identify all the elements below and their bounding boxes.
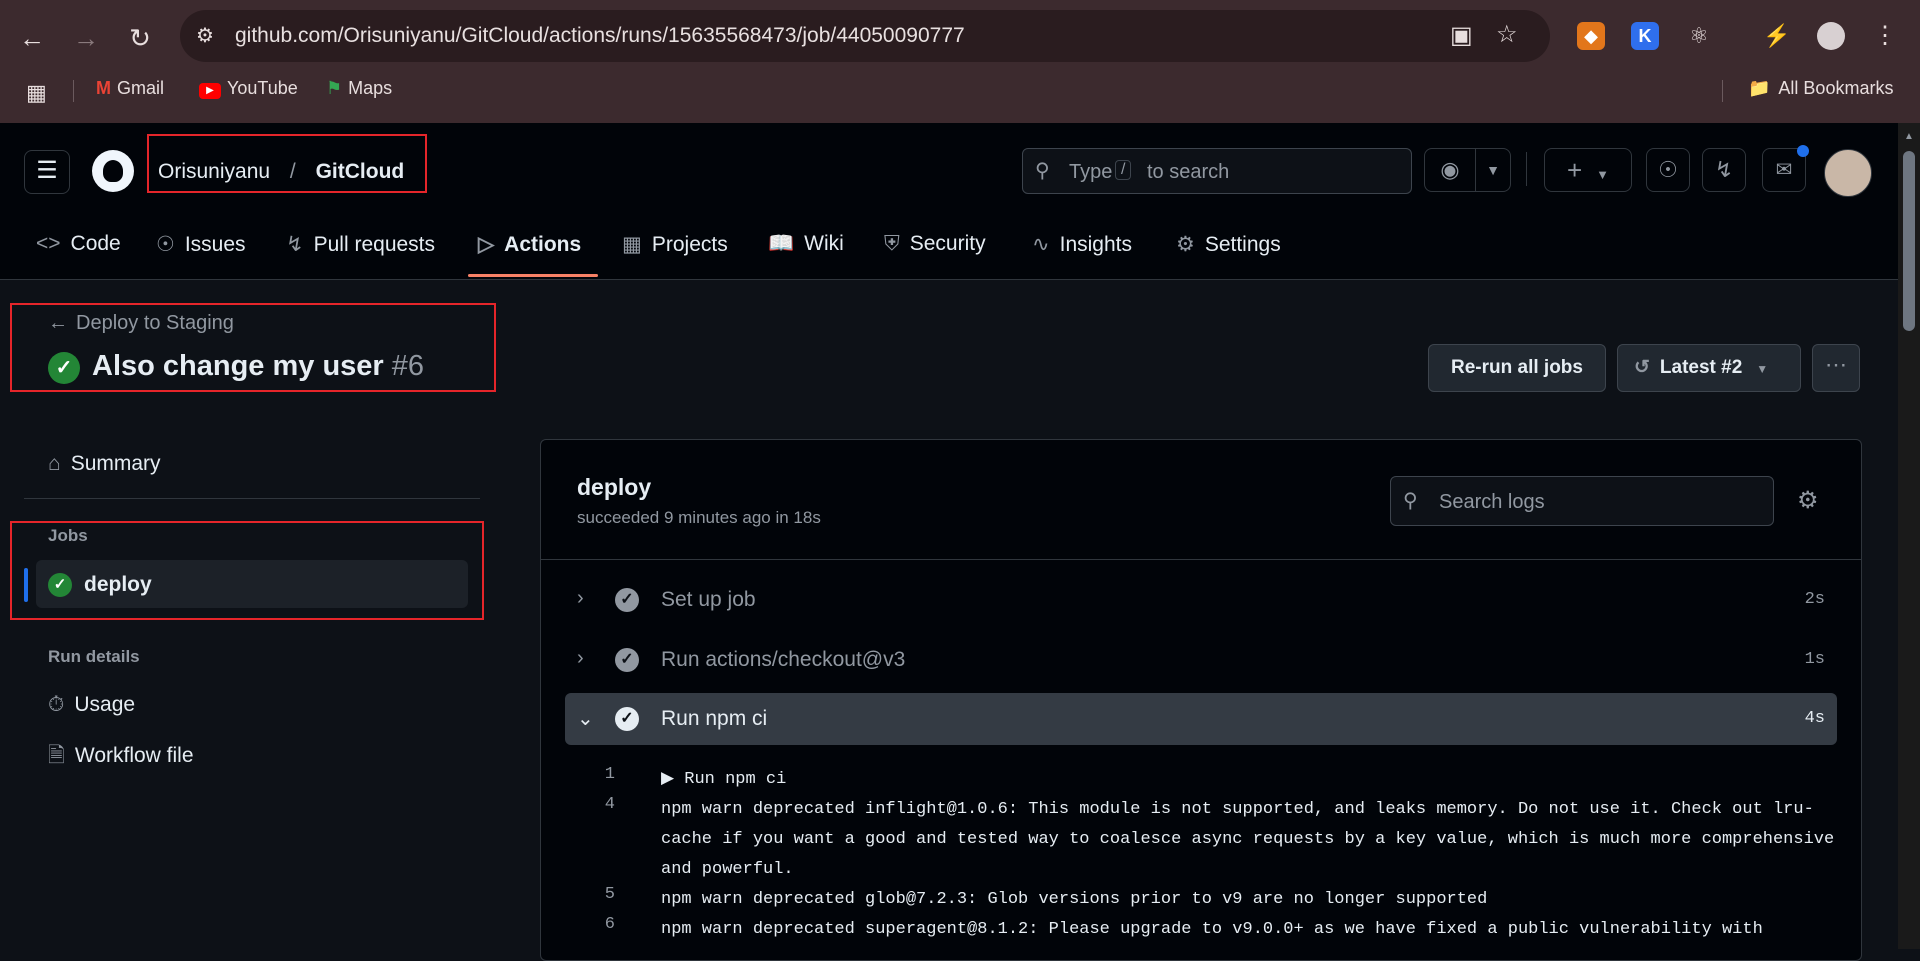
stopwatch-icon: ⏱ [48,693,65,716]
extensions-puzzle-icon[interactable]: ⚛ [1685,22,1713,50]
gmail-icon: M [96,78,111,98]
address-bar[interactable]: ⚙ github.com/Orisuniyanu/GitCloud/action… [180,10,1550,62]
reload-icon[interactable]: ↻ [122,20,158,56]
search-icon: ⚲ [1035,160,1050,182]
tab-code[interactable]: <> Code [36,232,121,256]
tab-wiki[interactable]: 📖 Wiki [768,232,844,256]
gear-icon: ⚙ [1176,233,1195,256]
attempt-selector[interactable]: ↺ Latest #2 ▼ [1617,344,1801,392]
pull-request-icon: ↯ [286,233,304,256]
metamask-icon[interactable]: ◆ [1577,22,1605,50]
site-info-icon[interactable]: ⚙ [196,23,214,48]
forward-arrow-icon[interactable]: → [68,20,104,56]
hamburger-menu-icon[interactable]: ☰ [24,150,70,194]
annotation-box-title [10,303,496,392]
sidebar-item-workflow-file[interactable]: 🗎 Workflow file [48,741,194,776]
home-icon: ⌂ [48,452,61,475]
search-shortcut-key: / [1115,160,1132,180]
page-scrollbar[interactable]: ▲ [1898,123,1920,949]
log-settings-gear-icon[interactable]: ⚙ [1797,486,1819,515]
bookmark-star-icon[interactable]: ☆ [1496,20,1518,49]
job-name: deploy [577,474,652,500]
graph-icon: ∿ [1032,233,1050,256]
apps-grid-icon[interactable]: ▦ [26,80,47,106]
user-avatar[interactable] [1824,149,1872,197]
bookmark-gmail[interactable]: M Gmail [96,78,164,99]
notification-dot [1797,145,1809,157]
tab-issues[interactable]: ☉ Issues [156,232,246,257]
annotation-box-repo [147,134,427,193]
plus-icon: + [1566,155,1583,185]
bookmark-youtube[interactable]: ▶ YouTube [199,78,298,99]
search-icon: ⚲ [1403,490,1418,512]
extension-k-icon[interactable]: K [1631,22,1659,50]
step-checkout[interactable]: › ✓ Run actions/checkout@v3 1s [565,634,1837,686]
issue-icon: ☉ [156,233,175,256]
panel-divider [541,559,1861,560]
chevron-right-icon: › [577,647,584,669]
copilot-chevron-down-icon[interactable]: ▼ [1475,148,1511,192]
chevron-down-icon: ▼ [1596,167,1610,182]
play-icon: ▷ [478,233,495,256]
create-new-button[interactable]: + ▼ [1544,148,1632,192]
book-icon: 📖 [768,232,795,255]
file-code-icon: 🗎 [48,744,65,767]
bookmark-maps[interactable]: ⚑ Maps [326,78,392,99]
search-logs-input[interactable]: ⚲ Search logs [1390,476,1774,526]
sidebar-item-usage[interactable]: ⏱ Usage [48,693,135,717]
table-icon: ▦ [622,233,642,256]
github-logo-icon[interactable] [92,150,134,192]
job-log-panel: deploy succeeded 9 minutes ago in 18s ⚲ … [540,439,1862,961]
folder-icon: 📁 [1748,78,1771,98]
tab-pull-requests[interactable]: ↯ Pull requests [286,232,435,257]
step-check-icon: ✓ [615,648,639,672]
chevron-right-icon: › [577,587,584,609]
chevron-down-icon: ⌄ [577,708,594,730]
all-bookmarks[interactable]: 📁 All Bookmarks [1748,78,1893,99]
log-line: 5 npm warn deprecated glob@7.2.3: Glob v… [604,885,1488,909]
bookmark-divider [73,80,74,102]
back-arrow-icon[interactable]: ← [14,20,50,56]
sidebar-divider [24,498,480,499]
rerun-all-jobs-button[interactable]: Re-run all jobs [1428,344,1606,392]
job-status: succeeded 9 minutes ago in 18s [577,508,821,527]
annotation-box-jobs [10,521,484,620]
log-line: 4 npm warn deprecated inflight@1.0.6: Th… [604,795,1835,879]
active-tab-underline [468,274,598,277]
step-set-up-job[interactable]: › ✓ Set up job 2s [565,574,1837,626]
step-check-icon: ✓ [615,588,639,612]
install-app-icon[interactable]: ▣ [1450,21,1473,50]
tab-security[interactable]: ⛨ Security [884,232,986,256]
tab-settings[interactable]: ⚙ Settings [1176,232,1281,257]
step-run-npm-ci[interactable]: ⌄ ✓ Run npm ci 4s [565,693,1837,745]
tab-actions[interactable]: ▷ Actions [478,232,581,257]
youtube-icon: ▶ [199,83,221,99]
tab-insights[interactable]: ∿ Insights [1032,232,1132,257]
maps-icon: ⚑ [326,78,343,98]
url-text: github.com/Orisuniyanu/GitCloud/actions/… [235,24,965,47]
code-icon: <> [36,232,61,255]
tab-projects[interactable]: ▦ Projects [622,232,728,257]
run-details-heading: Run details [48,647,140,666]
bookmark-divider-right [1722,80,1723,102]
issues-icon[interactable]: ☉ [1646,148,1690,192]
pull-requests-icon[interactable]: ↯ [1702,148,1746,192]
scrollbar-thumb[interactable] [1903,151,1915,331]
step-check-icon: ✓ [615,707,639,731]
header-divider [1526,152,1527,186]
log-line: 6 npm warn deprecated superagent@8.1.2: … [604,915,1763,939]
sidebar-item-summary[interactable]: ⌂ Summary [48,452,161,476]
performance-icon[interactable]: ⚡ [1763,22,1791,50]
more-options-icon[interactable]: ⋯ [1812,344,1860,392]
shield-icon: ⛨ [884,232,900,255]
search-input[interactable]: ⚲ Type / to search [1022,148,1412,194]
chevron-down-icon: ▼ [1756,362,1769,376]
log-line: 1 ▶ Run npm ci [604,765,787,789]
profile-avatar[interactable] [1817,22,1845,50]
browser-menu-icon[interactable]: ⋮ [1871,22,1899,50]
scroll-up-arrow-icon[interactable]: ▲ [1904,131,1914,142]
browser-chrome: ← → ↻ ⚙ github.com/Orisuniyanu/GitCloud/… [0,0,1920,123]
copilot-icon[interactable]: ◉ [1424,148,1476,192]
history-icon: ↺ [1634,357,1650,378]
